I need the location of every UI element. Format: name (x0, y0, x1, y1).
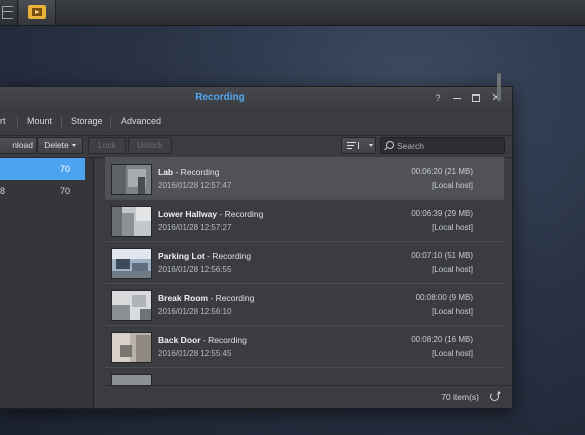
list-scrollbar[interactable] (497, 73, 501, 101)
recording-camera-name-text: Parking Lot (158, 251, 205, 261)
delete-button[interactable]: Delete (37, 137, 83, 154)
surveillance-app-icon (28, 5, 46, 19)
recording-start-time: 2016/01/28 12:56:55 (158, 265, 232, 274)
menu-bar: rt Mount Storage Advanced (0, 110, 512, 136)
sort-button[interactable] (341, 137, 376, 154)
help-icon[interactable]: ? (431, 91, 445, 105)
chevron-down-icon (369, 144, 373, 147)
window-title: Recording (195, 92, 245, 103)
recording-camera-name: Break Room - Recording (158, 293, 254, 303)
menu-item-mount[interactable]: Mount (27, 116, 52, 126)
recording-duration: 00:07:10 (51 MB) (411, 251, 473, 260)
recording-row[interactable]: Lab - Recording 2016/01/28 12:57:47 00:0… (105, 157, 504, 200)
recording-start-time: 2016/01/28 12:57:27 (158, 223, 232, 232)
recording-thumbnail (111, 332, 152, 363)
unlock-button[interactable]: Unlock (128, 137, 172, 154)
recording-host: [Local host] (432, 265, 473, 274)
chevron-down-icon (71, 144, 76, 148)
recording-row[interactable]: Parking Lot - Recording 2016/01/28 12:56… (105, 241, 504, 284)
recording-camera-name-text: Back Door (158, 335, 201, 345)
recording-duration: 00:08:00 (9 MB) (415, 293, 473, 302)
sort-icon (347, 142, 359, 149)
recording-status: - Recording (208, 293, 255, 303)
recording-status: - Recording (217, 209, 264, 219)
menu-item-export[interactable]: rt (0, 116, 6, 126)
recording-list: Lab - Recording 2016/01/28 12:57:47 00:0… (105, 157, 504, 385)
menu-item-advanced[interactable]: Advanced (121, 116, 161, 126)
recording-status: - Recording (200, 335, 247, 345)
recording-host: [Local host] (432, 307, 473, 316)
recording-duration: 00:08:20 (16 MB) (411, 335, 473, 344)
recording-start-time: 2016/01/28 12:56:10 (158, 307, 232, 316)
download-button[interactable]: nload (0, 137, 37, 154)
item-count: 70 item(s) (441, 392, 479, 402)
delete-button-label: Delete (44, 140, 69, 150)
camera-list-item-name: 8 (0, 186, 6, 196)
taskbar-app-button[interactable] (19, 0, 56, 25)
recording-camera-name-text: Lab (158, 167, 174, 177)
recording-thumbnail (111, 374, 152, 385)
recording-camera-name: Lower Hallway - Recording (158, 209, 263, 219)
toolbar: nload Delete Lock Unlock (0, 135, 512, 158)
recording-camera-name-text: Break Room (158, 293, 209, 303)
recording-host: [Local host] (432, 181, 473, 190)
menu-divider (61, 116, 62, 129)
menu-item-storage[interactable]: Storage (71, 116, 103, 126)
taskbar-main-menu-button[interactable] (0, 0, 18, 25)
recording-camera-name-text: Lower Hallway (158, 209, 218, 219)
camera-list-item[interactable]: 8 70 (0, 180, 85, 202)
recording-status: - Recording (173, 167, 220, 177)
recording-row[interactable]: Back Door - Recording 2016/01/28 12:55:4… (105, 325, 504, 368)
recording-host: [Local host] (432, 349, 473, 358)
recording-thumbnail (111, 248, 152, 279)
search-field[interactable] (380, 137, 505, 154)
recording-start-time: 2016/01/28 12:57:47 (158, 181, 232, 190)
lock-button[interactable]: Lock (88, 137, 126, 154)
recording-row[interactable]: Lower Hallway - Recording 2016/01/28 12:… (105, 199, 504, 242)
search-icon (386, 141, 394, 149)
camera-list-pane: 70 8 70 (0, 158, 94, 408)
search-input[interactable] (397, 138, 497, 153)
recording-camera-name: Back Door - Recording (158, 335, 247, 345)
recording-duration: 00:06:39 (29 MB) (411, 209, 473, 218)
recording-row[interactable] (105, 367, 504, 385)
recording-start-time: 2016/01/28 12:55:45 (158, 349, 232, 358)
recording-row[interactable]: Break Room - Recording 2016/01/28 12:56:… (105, 283, 504, 326)
recording-thumbnail (111, 164, 152, 195)
recording-thumbnail (111, 290, 152, 321)
window-titlebar[interactable]: Recording ? ✕ (0, 87, 512, 110)
menu-divider (110, 116, 111, 129)
camera-list-item-count: 70 (59, 164, 70, 174)
menu-divider (17, 116, 18, 129)
recording-camera-name: Lab - Recording (158, 167, 219, 177)
recording-status: - Recording (204, 251, 252, 261)
camera-list-item-selected[interactable]: 70 (0, 158, 85, 180)
recording-duration: 00:06:20 (21 MB) (411, 167, 473, 176)
recording-host: [Local host] (432, 223, 473, 232)
list-footer: 70 item(s) (105, 385, 512, 408)
recording-camera-name: Parking Lot - Recording (158, 251, 251, 261)
grid-icon (2, 6, 13, 19)
maximize-icon[interactable] (469, 91, 483, 105)
minimize-icon[interactable] (450, 91, 464, 105)
refresh-icon[interactable] (490, 391, 501, 401)
camera-list-item-count: 70 (59, 186, 70, 196)
desktop-taskbar (0, 0, 585, 26)
recording-thumbnail (111, 206, 152, 237)
